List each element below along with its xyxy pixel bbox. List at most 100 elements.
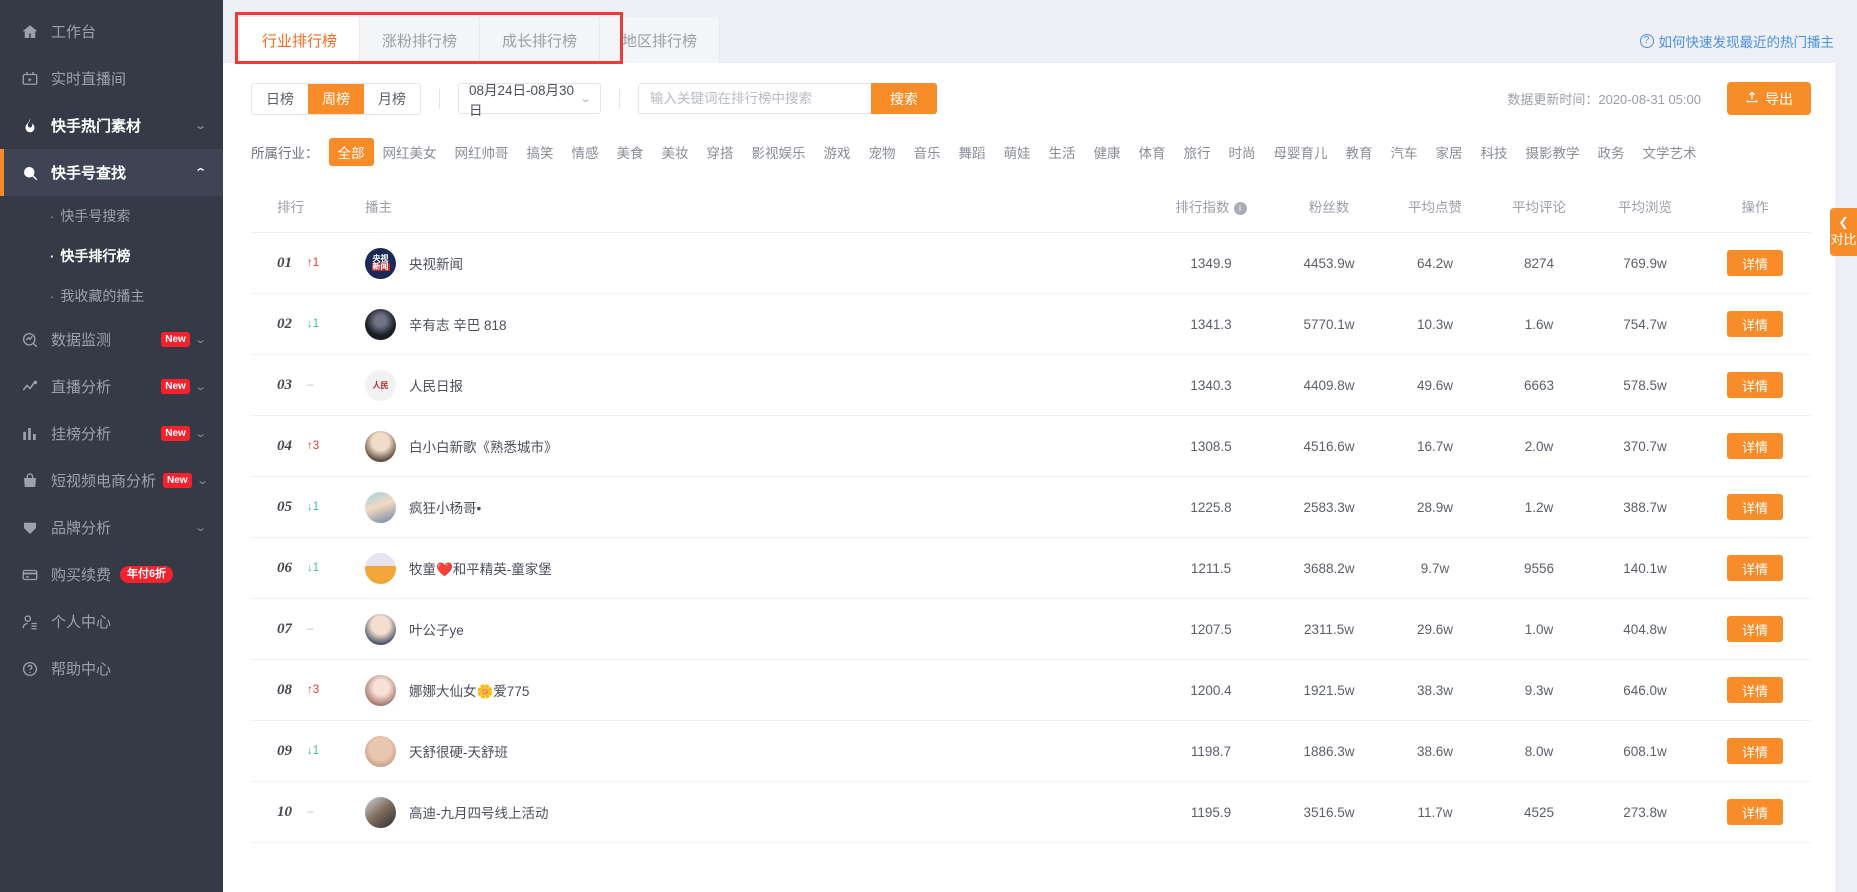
category-tiyu[interactable]: 体育 xyxy=(1130,138,1175,166)
category-yingshiyule[interactable]: 影视娱乐 xyxy=(743,138,815,166)
detail-button[interactable]: 详情 xyxy=(1727,738,1783,764)
author-cell[interactable]: 央视 新闻 央视新闻 xyxy=(357,247,1147,279)
cell-author: 牧童❤️和平精英-童家堡 xyxy=(357,537,1147,599)
category-jiaju[interactable]: 家居 xyxy=(1427,138,1472,166)
category-shenghuo[interactable]: 生活 xyxy=(1040,138,1085,166)
table-row[interactable]: 07 – 叶公子ye 1207.5 2311.5w 29.6w 1.0w 404.8w 详情 xyxy=(251,598,1811,660)
author-cell[interactable]: 辛有志 辛巴 818 xyxy=(357,308,1147,340)
category-chongwu[interactable]: 宠物 xyxy=(860,138,905,166)
sidebar-item-live-room[interactable]: 实时直播间 xyxy=(0,55,223,102)
sidebar-item-brand-analysis[interactable]: 品牌分析 ⌄ xyxy=(0,504,223,551)
category-wanghongshuaige[interactable]: 网红帅哥 xyxy=(446,138,518,166)
cell-author: 高迪-九月四号线上活动 xyxy=(357,781,1147,843)
sidebar-item-personal-center[interactable]: 个人中心 xyxy=(0,598,223,645)
search-button[interactable]: 搜索 xyxy=(871,83,937,114)
sidebar-item-hot-material[interactable]: 快手热门素材 ⌄ xyxy=(0,102,223,149)
category-all[interactable]: 全部 xyxy=(328,138,374,166)
category-wudao[interactable]: 舞蹈 xyxy=(950,138,995,166)
cell-rank: 03 – xyxy=(251,354,357,416)
period-weekly-button[interactable]: 周榜 xyxy=(308,83,364,114)
detail-button[interactable]: 详情 xyxy=(1727,677,1783,703)
category-muyingyuer[interactable]: 母婴育儿 xyxy=(1265,138,1337,166)
category-zhengwu[interactable]: 政务 xyxy=(1589,138,1634,166)
category-yinyue[interactable]: 音乐 xyxy=(905,138,950,166)
table-row[interactable]: 03– 人民 人民日报 1340.3 4409.8w 49.6w 6663 578.5w 详情 xyxy=(251,354,1811,416)
author-cell[interactable]: 牧童❤️和平精英-童家堡 xyxy=(357,552,1147,584)
sidebar-item-live-analysis[interactable]: 直播分析 New ⌄ xyxy=(0,363,223,410)
author-cell[interactable]: 高迪-九月四号线上活动 xyxy=(357,796,1147,828)
sidebar-subitem-ranking[interactable]: · 快手排行榜 xyxy=(0,236,223,276)
category-keji[interactable]: 科技 xyxy=(1472,138,1517,166)
author-cell[interactable]: 天舒很硬-天舒班 xyxy=(357,735,1147,767)
tab-fans-growth-ranking[interactable]: 涨粉排行榜 xyxy=(360,17,481,63)
author-cell[interactable]: 疯狂小杨哥• xyxy=(357,491,1147,523)
tab-growth-ranking[interactable]: 成长排行榜 xyxy=(480,17,601,63)
help-link[interactable]: ? 如何快速发现最近的热门播主 xyxy=(1639,31,1834,51)
category-sheyingjiaoxue[interactable]: 摄影教学 xyxy=(1517,138,1589,166)
detail-button[interactable]: 详情 xyxy=(1727,494,1783,520)
detail-button[interactable]: 详情 xyxy=(1727,311,1783,337)
author-cell[interactable]: 娜娜大仙女🌼爱775 xyxy=(357,674,1147,706)
period-daily-button[interactable]: 日榜 xyxy=(252,83,308,114)
table-row[interactable]: 05 ↓1 疯狂小杨哥• 1225.8 2583.3w 28.9w 1.2w 388.7w 详情 xyxy=(251,476,1811,538)
sidebar-item-help-center[interactable]: 帮助中心 xyxy=(0,645,223,692)
category-wenxueyishu[interactable]: 文学艺术 xyxy=(1634,138,1706,166)
sidebar-item-data-monitor[interactable]: 数据监测 New ⌄ xyxy=(0,316,223,363)
rank-cell: 01 ↑1 xyxy=(251,255,357,272)
cell-likes: 28.9w xyxy=(1383,476,1487,538)
cell-views: 370.7w xyxy=(1591,415,1699,477)
sidebar-item-ecommerce-analysis[interactable]: 短视频电商分析 New ⌄ xyxy=(0,457,223,504)
author-cell[interactable]: 叶公子ye xyxy=(357,613,1147,645)
detail-button[interactable]: 详情 xyxy=(1727,555,1783,581)
tab-region-ranking[interactable]: 地区排行榜 xyxy=(600,17,721,63)
sidebar-item-board-analysis[interactable]: 挂榜分析 New ⌄ xyxy=(0,410,223,457)
detail-button[interactable]: 详情 xyxy=(1727,250,1783,276)
export-button[interactable]: 导出 xyxy=(1727,82,1811,115)
sidebar-subitem-account-search[interactable]: · 快手号搜索 xyxy=(0,196,223,236)
cell-views: 140.1w xyxy=(1591,537,1699,599)
divider xyxy=(619,88,620,109)
author-cell[interactable]: 白小白新歌《熟悉城市》 xyxy=(357,430,1147,462)
sidebar-item-label: 挂榜分析 xyxy=(51,426,112,443)
table-row[interactable]: 02 ↓1 辛有志 辛巴 818 1341.3 5770.1w 10.3w 1.6w 754.… xyxy=(251,293,1811,355)
info-icon[interactable]: i xyxy=(1233,202,1247,215)
period-monthly-button[interactable]: 月榜 xyxy=(364,83,420,114)
compare-floating-tab[interactable]: ❮ 对比 xyxy=(1830,208,1857,256)
author-cell[interactable]: 人民 人民日报 xyxy=(357,369,1147,401)
table-row[interactable]: 01 ↑1 央视 新闻 央视新闻 1349.9 4453.9w 64.2w 8274 769.9w… xyxy=(251,232,1811,294)
table-row[interactable]: 04 ↑3 白小白新歌《熟悉城市》 1308.5 4516.6w 16.7w 2.0w 370… xyxy=(251,415,1811,477)
table-row[interactable]: 08 ↑3 娜娜大仙女🌼爱775 1200.4 1921.5w 38.3w 9.3w 646.… xyxy=(251,659,1811,721)
sidebar-item-account-find[interactable]: 快手号查找 ⌃ xyxy=(0,149,223,196)
detail-button[interactable]: 详情 xyxy=(1727,799,1783,825)
table-row[interactable]: 06 ↓1 牧童❤️和平精英-童家堡 1211.5 3688.2w 9.7w 9556 140… xyxy=(251,537,1811,599)
sidebar-item-workbench[interactable]: 工作台 xyxy=(0,8,223,55)
category-chuanda[interactable]: 穿搭 xyxy=(698,138,743,166)
line-chart-icon xyxy=(20,377,40,397)
category-qiche[interactable]: 汽车 xyxy=(1382,138,1427,166)
category-qinggan[interactable]: 情感 xyxy=(563,138,608,166)
category-shishang[interactable]: 时尚 xyxy=(1220,138,1265,166)
category-jiaoyu[interactable]: 教育 xyxy=(1337,138,1382,166)
detail-button[interactable]: 详情 xyxy=(1727,372,1783,398)
category-wanghongmeinv[interactable]: 网红美女 xyxy=(374,138,446,166)
search-input[interactable] xyxy=(638,83,871,114)
category-youxi[interactable]: 游戏 xyxy=(815,138,860,166)
sidebar-subitem-favorites[interactable]: · 我收藏的播主 xyxy=(0,276,223,316)
category-jiankang[interactable]: 健康 xyxy=(1085,138,1130,166)
detail-button[interactable]: 详情 xyxy=(1727,616,1783,642)
tab-industry-ranking[interactable]: 行业排行榜 xyxy=(240,17,361,63)
col-index: 排行指数 i xyxy=(1147,182,1275,233)
category-mengwa[interactable]: 萌娃 xyxy=(995,138,1040,166)
category-gaoxiao[interactable]: 搞笑 xyxy=(518,138,563,166)
table-row[interactable]: 10 – 高迪-九月四号线上活动 1195.9 3516.5w 11.7w 4525 273.… xyxy=(251,781,1811,843)
category-lvxing[interactable]: 旅行 xyxy=(1175,138,1220,166)
sidebar-item-purchase-renew[interactable]: 购买续费 年付6折 xyxy=(0,551,223,598)
cell-fans: 5770.1w xyxy=(1275,293,1383,355)
table-row[interactable]: 09 ↓1 天舒很硬-天舒班 1198.7 1886.3w 38.6w 8.0w 608.1w… xyxy=(251,720,1811,782)
new-badge: New xyxy=(161,379,190,394)
cell-author: 白小白新歌《熟悉城市》 xyxy=(357,415,1147,477)
date-range-picker[interactable]: 08月24日-08月30日 ⌄ xyxy=(458,83,601,118)
category-meizhuang[interactable]: 美妆 xyxy=(653,138,698,166)
detail-button[interactable]: 详情 xyxy=(1727,433,1783,459)
category-meishi[interactable]: 美食 xyxy=(608,138,653,166)
